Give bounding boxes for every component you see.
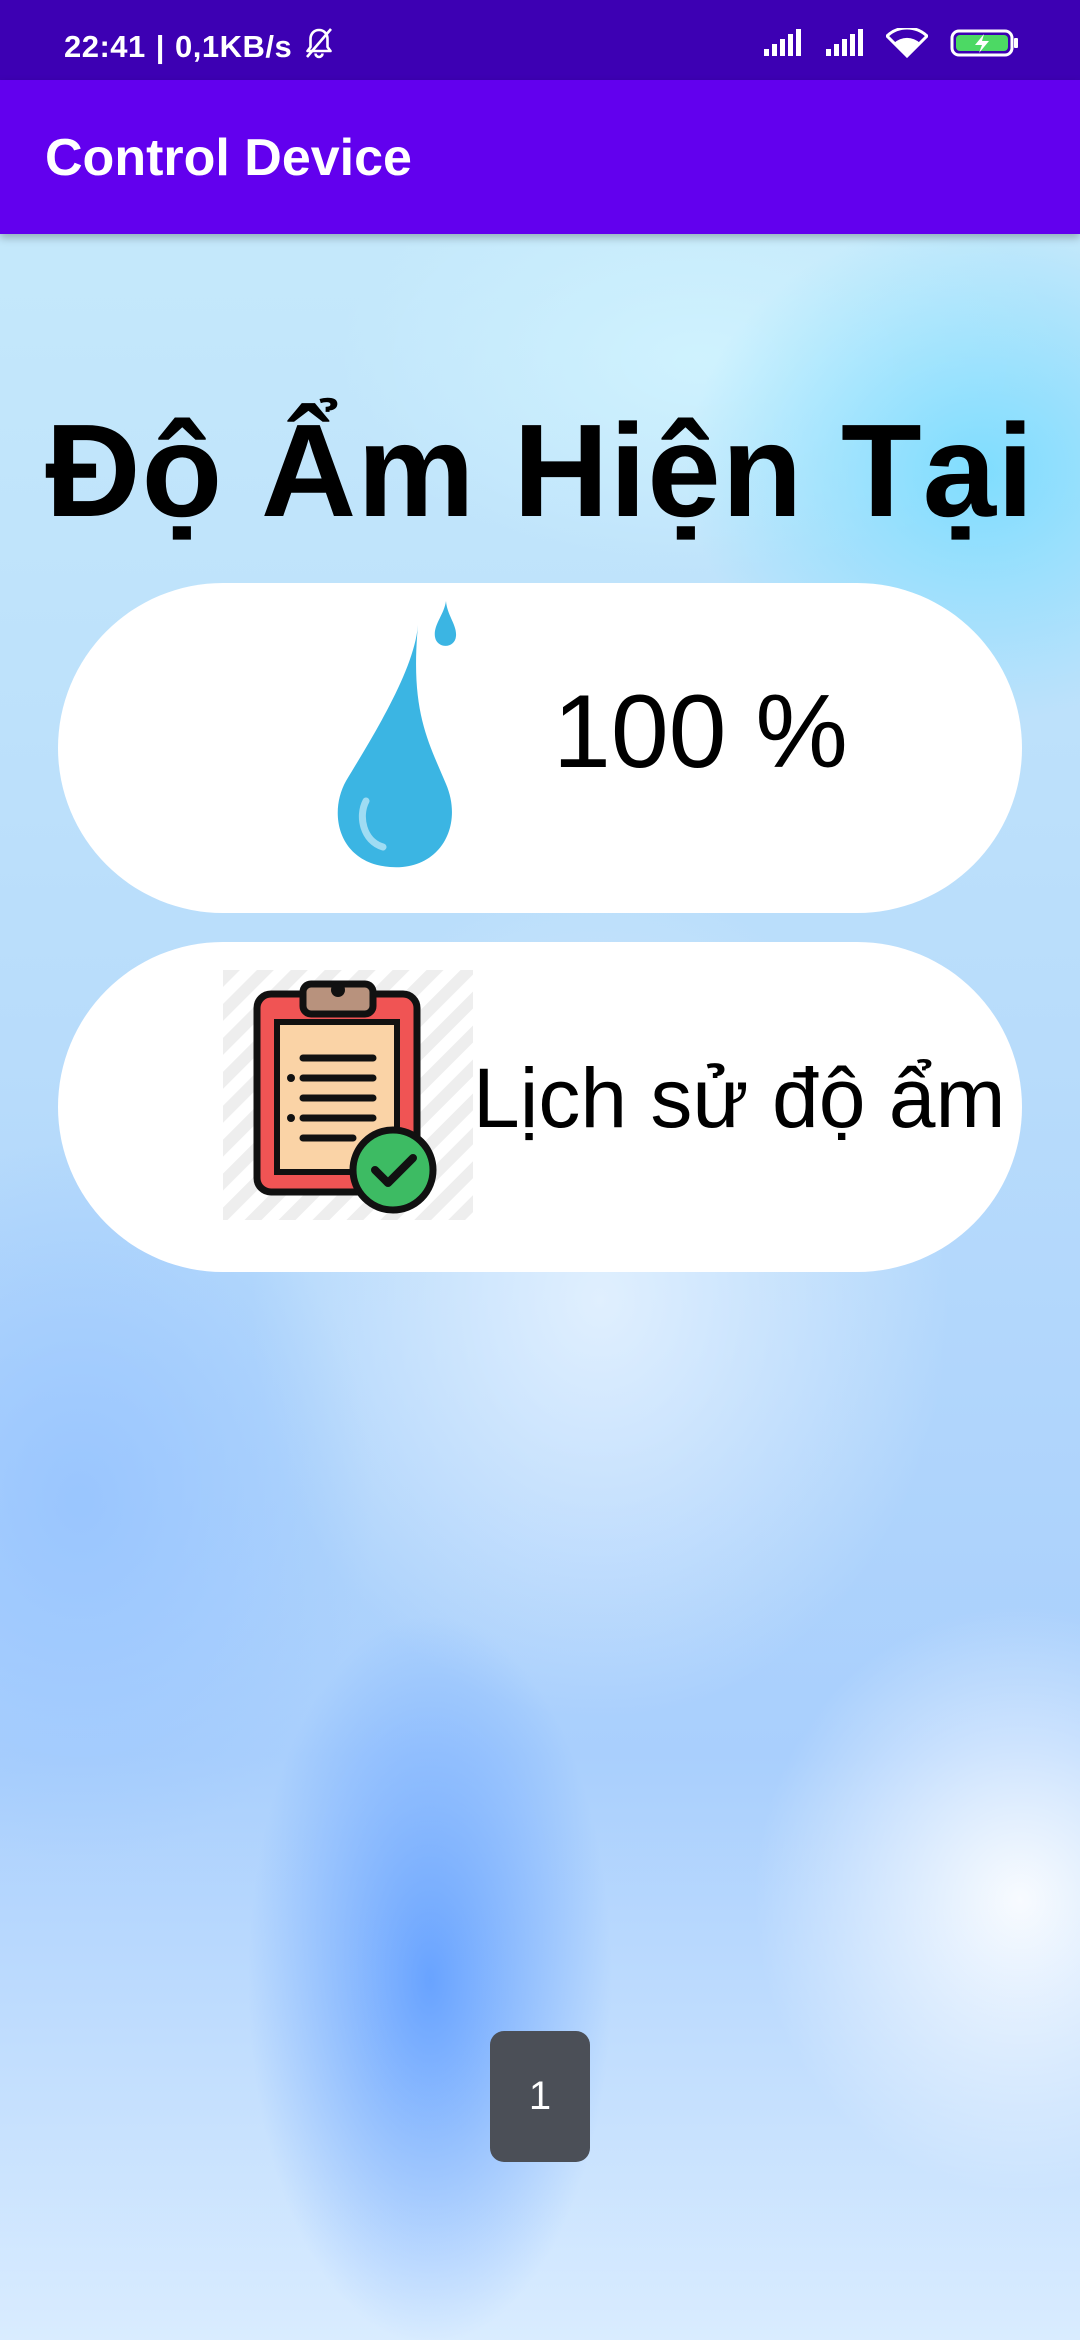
humidity-card: 100 %	[58, 583, 1022, 913]
status-left: 22:41 | 0,1KB/s	[64, 26, 336, 68]
status-network-speed: 0,1KB/s	[174, 29, 293, 64]
page-indicator: 1	[490, 2031, 590, 2162]
status-separator: |	[155, 29, 165, 64]
page-title: Độ Ẩm Hiện Tại	[45, 397, 1035, 544]
history-button[interactable]: Lịch sử độ ẩm	[58, 942, 1022, 1272]
clipboard-check-icon	[223, 970, 473, 1225]
status-time: 22:41	[64, 29, 146, 64]
history-label: Lịch sử độ ẩm	[473, 1051, 1006, 1145]
signal-icon	[762, 29, 802, 62]
battery-charging-icon	[950, 28, 1020, 63]
app-title: Control Device	[45, 129, 412, 187]
status-right	[762, 26, 1020, 63]
humidity-value: 100 %	[553, 674, 848, 790]
water-drop-icon	[328, 601, 478, 876]
bell-muted-icon	[302, 26, 336, 68]
app-bar: Control Device	[0, 80, 1080, 234]
wifi-icon	[884, 26, 930, 63]
status-bar: 22:41 | 0,1KB/s	[0, 0, 1080, 80]
signal-icon	[824, 29, 864, 62]
